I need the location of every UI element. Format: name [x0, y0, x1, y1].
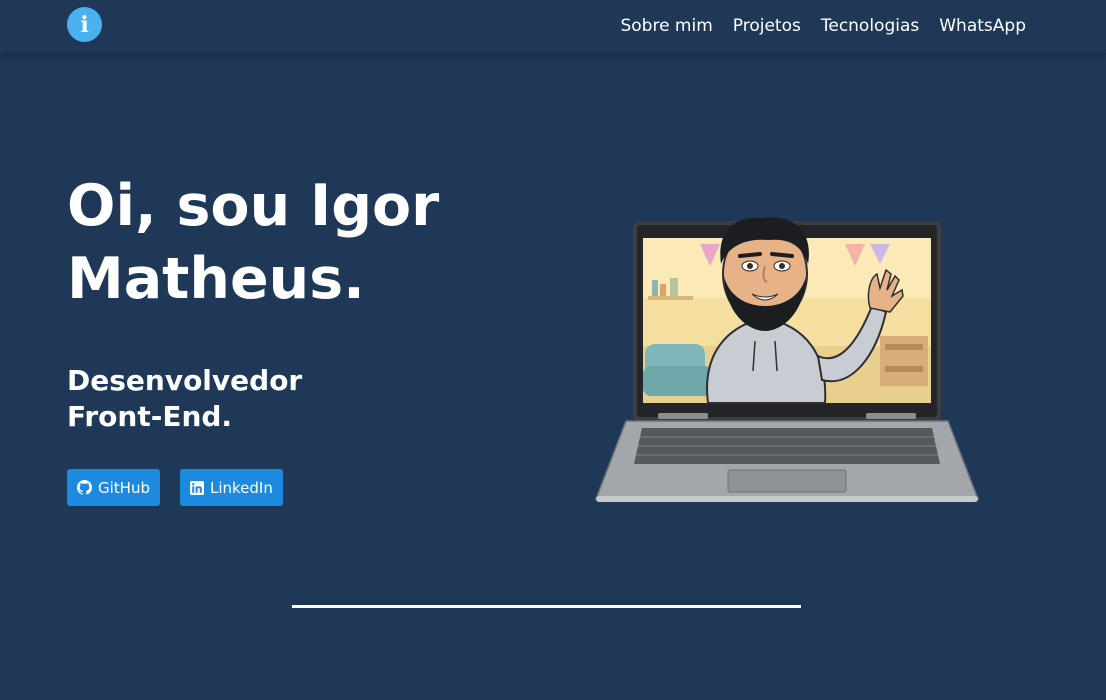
linkedin-button-label: LinkedIn — [209, 478, 273, 497]
nav-links: Sobre mim Projetos Tecnologias WhatsApp — [620, 14, 1026, 38]
social-buttons: GitHub LinkedIn — [67, 469, 283, 506]
laptop-avatar-illustration — [590, 166, 990, 511]
github-icon — [77, 480, 92, 495]
navbar: i Sobre mim Projetos Tecnologias WhatsAp… — [0, 0, 1106, 53]
hero-subtitle: Desenvolvedor Front-End. — [67, 364, 303, 433]
hero-title: Oi, sou Igor Matheus. — [67, 173, 440, 312]
github-button-label: GitHub — [98, 478, 150, 497]
nav-link-whatsapp[interactable]: WhatsApp — [939, 14, 1026, 38]
logo-icon[interactable]: i — [67, 7, 102, 42]
linkedin-icon — [189, 480, 204, 495]
linkedin-button[interactable]: LinkedIn — [179, 469, 283, 506]
nav-link-tecnologias[interactable]: Tecnologias — [821, 14, 919, 38]
nav-link-projetos[interactable]: Projetos — [733, 14, 801, 38]
hero-section: Oi, sou Igor Matheus. Desenvolvedor Fron… — [0, 53, 1106, 700]
section-divider — [292, 605, 801, 608]
github-button[interactable]: GitHub — [67, 469, 160, 506]
nav-link-sobre-mim[interactable]: Sobre mim — [620, 14, 712, 38]
